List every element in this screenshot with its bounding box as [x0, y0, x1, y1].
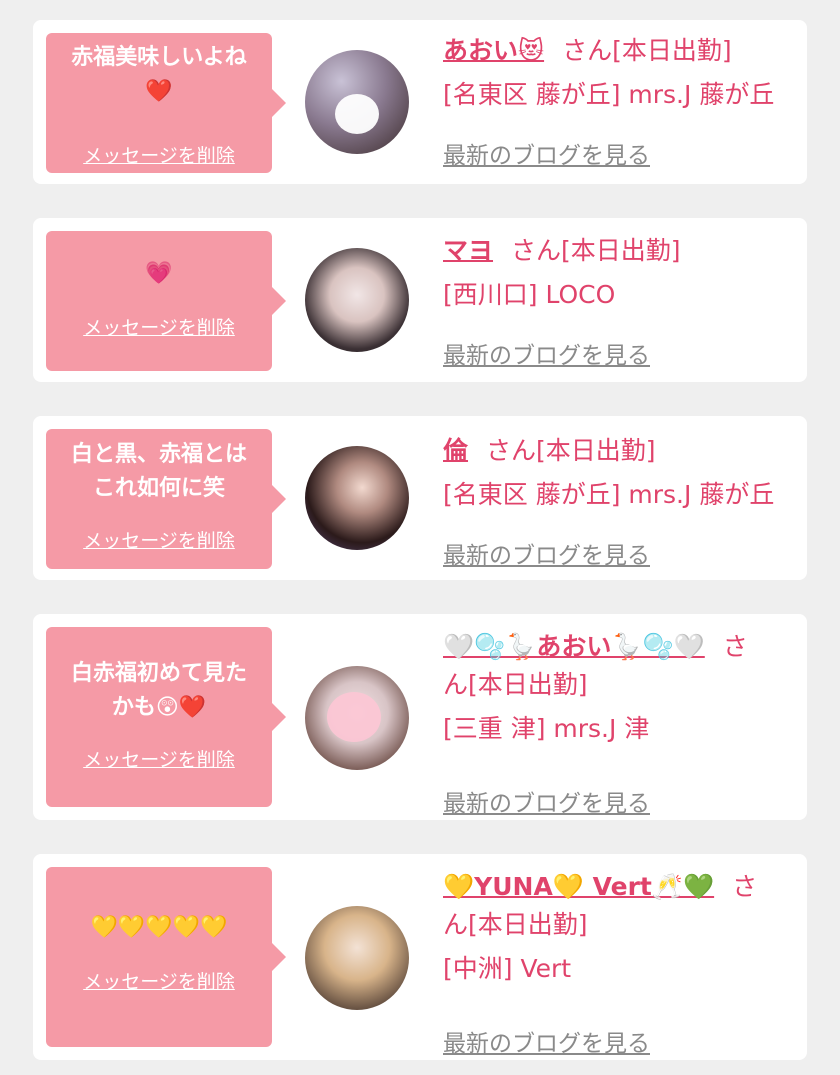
honorific: さ — [722, 632, 748, 661]
cast-name-link[interactable]: 🤍🫧🪿あおい🪿🫧🤍 — [443, 632, 705, 661]
message-card: 💗 メッセージを削除 マヨ さん[本日出勤] [西川口] LOCO 最新のブログを… — [33, 218, 807, 382]
latest-blog-link[interactable]: 最新のブログを見る — [443, 1024, 650, 1058]
status-label: [本日出勤] — [468, 670, 588, 699]
status-label: [本日出勤] — [561, 236, 681, 265]
delete-message-link[interactable]: メッセージを削除 — [46, 526, 272, 553]
honorific-continued: ん — [443, 670, 469, 699]
cast-info: 🤍🫧🪿あおい🪿🫧🤍 さ ん[本日出勤] [三重 津] mrs.J 津 最新のブログ… — [443, 628, 795, 817]
cast-name-link[interactable]: 💛YUNA💛 Vert🥂💚 — [443, 872, 714, 901]
message-bubble: 白赤福初めて見た かも😲❤️ メッセージを削除 — [46, 627, 286, 807]
status-label: [本日出勤] — [468, 910, 588, 939]
message-bubble: 💗 メッセージを削除 — [46, 231, 286, 371]
status-label: [本日出勤] — [536, 436, 656, 465]
message-text: 赤福美味しいよね ❤️ — [71, 45, 247, 104]
message-card: 💛💛💛💛💛 メッセージを削除 💛YUNA💛 Vert🥂💚 さ ん[本日出勤] [中… — [33, 854, 807, 1060]
area-shop: [名東区 藤が丘] mrs.J 藤が丘 — [443, 480, 775, 509]
latest-blog-link[interactable]: 最新のブログを見る — [443, 136, 650, 170]
cast-info: マヨ さん[本日出勤] [西川口] LOCO 最新のブログを見る — [443, 232, 795, 369]
status-label: [本日出勤] — [612, 36, 732, 65]
message-text: 白と黒、赤福とは これ如何に笑 — [70, 442, 247, 501]
cast-avatar[interactable] — [305, 50, 409, 154]
message-bubble: 💛💛💛💛💛 メッセージを削除 — [46, 867, 286, 1047]
cast-avatar[interactable] — [305, 666, 409, 770]
message-card: 赤福美味しいよね ❤️ メッセージを削除 あおい😻 さん[本日出勤] [名東区 藤… — [33, 20, 807, 184]
delete-message-link[interactable]: メッセージを削除 — [46, 141, 272, 168]
latest-blog-link[interactable]: 最新のブログを見る — [443, 536, 650, 570]
area-shop: [西川口] LOCO — [443, 280, 616, 309]
honorific: さ — [732, 872, 758, 901]
delete-message-link[interactable]: メッセージを削除 — [46, 745, 272, 772]
cast-avatar[interactable] — [305, 248, 409, 352]
message-text: 白赤福初めて見た かも😲❤️ — [70, 661, 247, 720]
area-shop: [中洲] Vert — [443, 954, 572, 983]
honorific: さん — [562, 36, 613, 65]
delete-message-link[interactable]: メッセージを削除 — [46, 967, 272, 994]
honorific-continued: ん — [443, 910, 469, 939]
cast-avatar[interactable] — [305, 446, 409, 550]
honorific: さん — [511, 236, 562, 265]
latest-blog-link[interactable]: 最新のブログを見る — [443, 784, 650, 818]
message-bubble: 白と黒、赤福とは これ如何に笑 メッセージを削除 — [46, 429, 286, 569]
message-list: 赤福美味しいよね ❤️ メッセージを削除 あおい😻 さん[本日出勤] [名東区 藤… — [0, 0, 840, 1075]
message-card: 白と黒、赤福とは これ如何に笑 メッセージを削除 倫さん[本日出勤] [名東区 … — [33, 416, 807, 580]
delete-message-link[interactable]: メッセージを削除 — [46, 313, 272, 340]
cast-info: 倫さん[本日出勤] [名東区 藤が丘] mrs.J 藤が丘 最新のブログを見る — [443, 432, 795, 569]
cast-name-link[interactable]: 倫 — [443, 436, 468, 465]
message-text: 💗 — [145, 261, 173, 286]
area-shop: [三重 津] mrs.J 津 — [443, 714, 650, 743]
cast-avatar[interactable] — [305, 906, 409, 1010]
cast-name-link[interactable]: あおい😻 — [443, 36, 544, 65]
message-bubble: 赤福美味しいよね ❤️ メッセージを削除 — [46, 33, 286, 173]
cast-info: 💛YUNA💛 Vert🥂💚 さ ん[本日出勤] [中洲] Vert 最新のブログを… — [443, 868, 795, 1057]
message-card: 白赤福初めて見た かも😲❤️ メッセージを削除 🤍🫧🪿あおい🪿🫧🤍 さ ん[本日出… — [33, 614, 807, 820]
latest-blog-link[interactable]: 最新のブログを見る — [443, 336, 650, 370]
cast-name-link[interactable]: マヨ — [443, 236, 493, 265]
message-text: 💛💛💛💛💛 — [90, 915, 228, 940]
area-shop: [名東区 藤が丘] mrs.J 藤が丘 — [443, 80, 775, 109]
honorific: さん — [486, 436, 537, 465]
cast-info: あおい😻 さん[本日出勤] [名東区 藤が丘] mrs.J 藤が丘 最新のブログを… — [443, 32, 795, 169]
